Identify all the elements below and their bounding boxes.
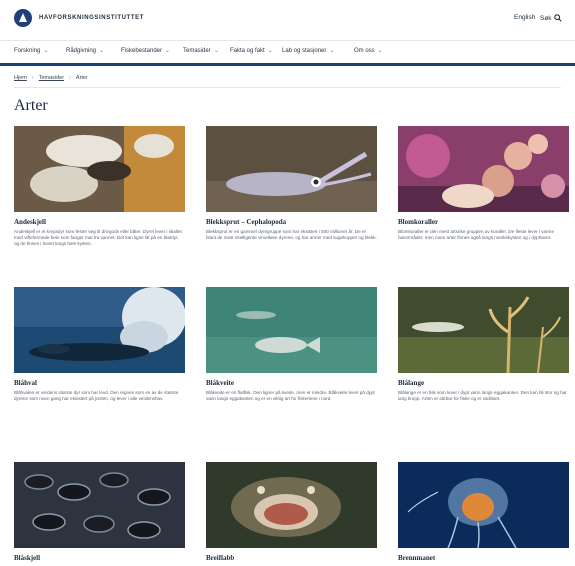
card-description: Blomkoraller er den mest artsrike gruppe…	[398, 229, 554, 241]
species-card-blakveite[interactable]: Blåkveite Blåkveite er en flatfisk. Den …	[206, 287, 377, 402]
card-title: Blåhval	[14, 379, 37, 387]
search-button[interactable]: Søk	[540, 12, 562, 24]
chevron-down-icon: ⌄	[99, 48, 105, 54]
language-link[interactable]: English	[514, 14, 535, 21]
breadcrumb-home[interactable]: Hjem	[14, 75, 27, 81]
breadcrumb-separator: ›	[69, 75, 71, 81]
card-image	[14, 287, 185, 373]
logo-icon[interactable]	[14, 9, 32, 27]
card-image	[398, 126, 569, 212]
card-description: Blåkveite er en flatfisk. Den ligner på …	[206, 390, 375, 402]
chevron-down-icon: ⌄	[43, 48, 49, 54]
card-image	[206, 462, 377, 548]
search-icon	[553, 14, 562, 22]
nav-item-forskning[interactable]: Forskning ⌄	[14, 47, 48, 54]
main-nav: Forskning ⌄ Rådgivning ⌄ Fiskebestander ⌄ T…	[0, 40, 575, 66]
card-image	[206, 126, 377, 212]
card-title: Blålange	[398, 379, 425, 387]
card-description: Blekksprut er en gammel dyregruppe som h…	[206, 229, 377, 241]
species-card-blekksprut[interactable]: Blekksprut – Cephalopoda Blekksprut er e…	[206, 126, 377, 241]
card-title: Blekksprut – Cephalopoda	[206, 218, 287, 226]
chevron-down-icon: ⌄	[165, 48, 171, 54]
divider	[14, 87, 561, 88]
card-image	[398, 287, 569, 373]
breadcrumb: Hjem › Temasider › Arter	[14, 75, 88, 81]
card-description: Blålange er en fisk som lever i dypt van…	[398, 390, 567, 402]
nav-item-radgivning[interactable]: Rådgivning ⌄	[66, 47, 104, 54]
species-card-blalange[interactable]: Blålange Blålange er en fisk som lever i…	[398, 287, 569, 402]
chevron-down-icon: ⌄	[267, 48, 273, 54]
brand-name[interactable]: HAVFORSKNINGSINSTITUTTET	[39, 15, 144, 21]
page-title: Arter	[14, 97, 48, 114]
card-title: Blåskjell	[14, 554, 41, 562]
nav-item-lab[interactable]: Lab og stasjoner ⌄	[282, 47, 334, 54]
chevron-down-icon: ⌄	[377, 48, 383, 54]
breadcrumb-current: Arter	[75, 75, 88, 81]
nav-item-om-oss[interactable]: Om oss ⌄	[354, 47, 383, 54]
card-description: Blåhvalen er verdens største dyr som har…	[14, 390, 179, 402]
card-description: Andeskjell er et krepsdyr som fester seg…	[14, 229, 182, 247]
site-header: HAVFORSKNINGSINSTITUTTET English Søk	[0, 0, 575, 38]
species-card-blaskjell[interactable]: Blåskjell	[14, 462, 185, 562]
nav-item-fiskebestander[interactable]: Fiskebestander ⌄	[121, 47, 170, 54]
species-card-andeskjell[interactable]: Andeskjell Andeskjell er et krepsdyr som…	[14, 126, 185, 248]
card-title: Blåkveite	[206, 379, 234, 387]
chevron-down-icon: ⌄	[213, 48, 219, 54]
card-title: Blomkoraller	[398, 218, 439, 226]
breadcrumb-temasider[interactable]: Temasider	[39, 75, 64, 81]
breadcrumb-separator: ›	[31, 75, 34, 81]
search-label: Søk	[540, 14, 552, 22]
card-image	[14, 462, 185, 548]
card-title: Breiflabb	[206, 554, 235, 562]
nav-item-fakta[interactable]: Fakta og fakt ⌄	[230, 47, 273, 54]
species-card-brennmanet[interactable]: Brennmanet	[398, 462, 569, 562]
card-title: Andeskjell	[14, 218, 46, 226]
card-image	[14, 126, 185, 212]
species-card-breiflabb[interactable]: Breiflabb	[206, 462, 377, 562]
chevron-down-icon: ⌄	[329, 48, 335, 54]
card-image	[398, 462, 569, 548]
card-title: Brennmanet	[398, 554, 436, 562]
species-card-blomkoraller[interactable]: Blomkoraller Blomkoraller er den mest ar…	[398, 126, 569, 241]
species-card-blahval[interactable]: Blåhval Blåhvalen er verdens største dyr…	[14, 287, 185, 402]
card-image	[206, 287, 377, 373]
nav-item-temasider[interactable]: Temasider ⌄	[183, 47, 219, 54]
